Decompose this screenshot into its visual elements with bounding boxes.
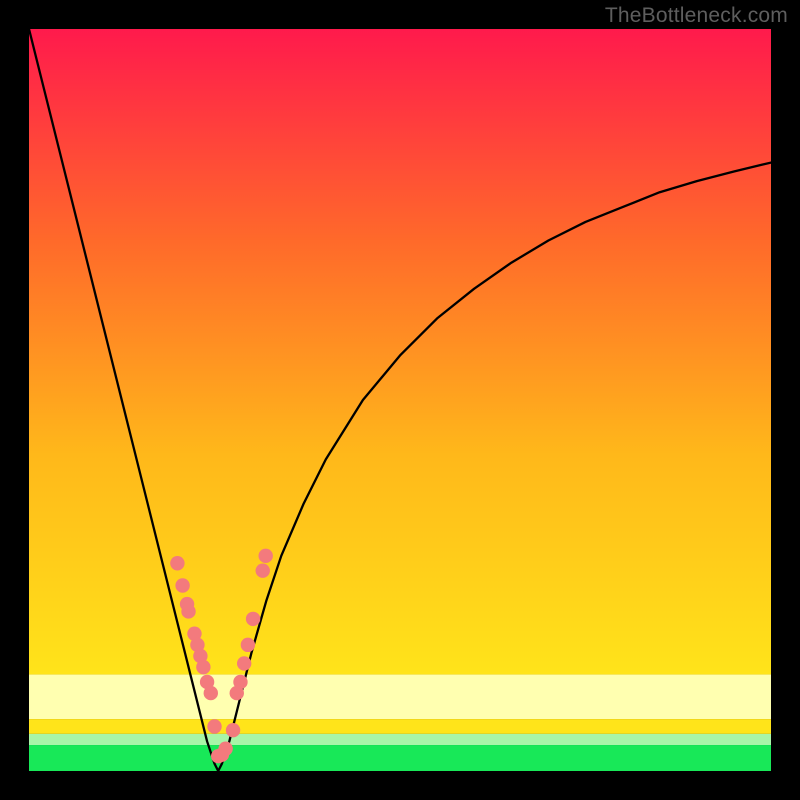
sample-marker: [204, 686, 218, 700]
gradient-band: [29, 734, 771, 745]
gradient-band: [29, 719, 771, 734]
gradient-band: [29, 29, 771, 675]
sample-marker: [256, 563, 270, 577]
chart-frame: TheBottleneck.com: [0, 0, 800, 800]
sample-marker: [181, 604, 195, 618]
sample-marker: [241, 638, 255, 652]
watermark-text: TheBottleneck.com: [605, 4, 788, 28]
sample-marker: [226, 723, 240, 737]
sample-marker: [196, 660, 210, 674]
sample-marker: [237, 656, 251, 670]
sample-marker: [246, 612, 260, 626]
sample-marker: [207, 719, 221, 733]
sample-marker: [175, 578, 189, 592]
gradient-band: [29, 675, 771, 720]
gradient-band: [29, 745, 771, 771]
sample-marker: [170, 556, 184, 570]
plot-area: [29, 29, 771, 771]
plot-svg: [29, 29, 771, 771]
sample-marker: [233, 675, 247, 689]
sample-marker: [218, 742, 232, 756]
sample-marker: [259, 549, 273, 563]
